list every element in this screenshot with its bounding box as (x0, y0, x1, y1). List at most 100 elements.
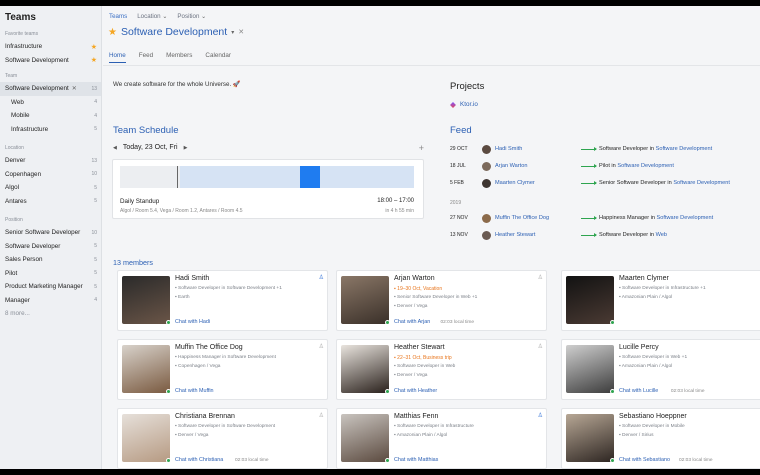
member-card[interactable]: Matthias Fenn ▪ Software Developer in Inf… (336, 408, 547, 469)
member-card[interactable]: Maarten Clymer ▪ Software Developer in In… (561, 270, 760, 331)
tab-feed[interactable]: Feed (139, 52, 153, 63)
feed-row[interactable]: 18 JUL Arjan Warton Pilot in Software Deve… (450, 160, 750, 172)
add-event-icon[interactable]: + (419, 143, 424, 153)
star-icon[interactable]: ★ (91, 56, 97, 64)
sidebar-item-team[interactable]: Software Development ✕ 13 (0, 82, 101, 96)
member-name[interactable]: Maarten Clymer (619, 275, 669, 282)
member-photo[interactable] (122, 276, 170, 324)
member-name[interactable]: Muffin The Office Dog (175, 344, 243, 351)
chat-link[interactable]: Chat with Muffin (175, 388, 214, 394)
chat-link[interactable]: Chat with Lucille (619, 388, 658, 394)
member-photo[interactable] (341, 345, 389, 393)
member-name[interactable]: Hadi Smith (175, 275, 209, 282)
member-photo[interactable] (566, 345, 614, 393)
sidebar-item-position[interactable]: Product Marketing Manager 5 (0, 280, 101, 294)
feed-row[interactable]: 5 FEB Maarten Clymer Senior Software Devel… (450, 177, 750, 189)
member-name[interactable]: Lucille Percy (619, 344, 659, 351)
member-photo[interactable] (341, 276, 389, 324)
member-card[interactable]: Lucille Percy ▪ Software Developer in Web… (561, 339, 760, 400)
feed-person-link[interactable]: Hadi Smith (495, 146, 581, 152)
sidebar-item-location[interactable]: Antares 5 (0, 195, 101, 209)
member-name[interactable]: Christiana Brennan (175, 413, 235, 420)
member-photo[interactable] (566, 414, 614, 462)
sidebar-item-subteam[interactable]: Infrastructure 5 (0, 123, 101, 137)
sidebar-item-label: Infrastructure (11, 125, 49, 133)
feed-team-link[interactable]: Web (656, 232, 667, 238)
timeline-event-block[interactable] (300, 166, 320, 188)
member-name[interactable]: Heather Stewart (394, 344, 445, 351)
member-photo[interactable] (566, 276, 614, 324)
tab-members[interactable]: Members (166, 52, 192, 63)
sidebar-item-location[interactable]: Denver 13 (0, 154, 101, 168)
member-name[interactable]: Sebastiano Hoeppner (619, 413, 687, 420)
breadcrumb-position-filter[interactable]: Position ⌄ (177, 13, 206, 20)
member-name[interactable]: Arjan Warton (394, 275, 435, 282)
feed-person-link[interactable]: Heather Stewart (495, 232, 581, 238)
sidebar-item-label: Sales Person (5, 256, 43, 264)
sidebar-item-subteam[interactable]: Web 4 (0, 96, 101, 110)
feed-team-link[interactable]: Software Development (673, 180, 730, 186)
sidebar-more-link[interactable]: 8 more... (0, 307, 101, 321)
members-count[interactable]: 13 members (113, 258, 153, 267)
member-card[interactable]: Sebastiano Hoeppner ▪ Software Developer … (561, 408, 760, 469)
avatar[interactable] (482, 213, 491, 223)
feed-row[interactable]: 27 NOV Muffin The Office Dog Happiness Man… (450, 212, 750, 224)
sidebar-item-label: Web (11, 98, 24, 106)
member-card[interactable]: Arjan Warton ▪ 19–30 Oct, Vacation ▪ Senio… (336, 270, 547, 331)
chat-link[interactable]: Chat with Arjan (394, 319, 430, 325)
member-card[interactable]: Christiana Brennan ▪ Software Developer i… (117, 408, 328, 469)
chat-link[interactable]: Chat with Heather (394, 388, 437, 394)
member-photo[interactable] (341, 414, 389, 462)
chat-link[interactable]: Chat with Hadi (175, 319, 210, 325)
sidebar-item-subteam[interactable]: Mobile 4 (0, 109, 101, 123)
feed-row[interactable]: 13 NOV Heather Stewart Software Developer … (450, 229, 750, 241)
feed-person-link[interactable]: Muffin The Office Dog (495, 215, 581, 221)
star-icon[interactable]: ★ (108, 27, 117, 38)
member-card[interactable]: Heather Stewart ▪ 22–31 Oct, Business tri… (336, 339, 547, 400)
member-photo[interactable] (122, 345, 170, 393)
chat-link[interactable]: Chat with Christiana (175, 457, 223, 463)
sidebar-item-position[interactable]: Sales Person 5 (0, 253, 101, 267)
feed-team-link[interactable]: Software Development (617, 163, 674, 169)
breadcrumb: Teams Location ⌄ Position ⌄ (109, 13, 206, 20)
breadcrumb-teams[interactable]: Teams (109, 13, 127, 20)
member-photo[interactable] (122, 414, 170, 462)
breadcrumb-location-filter[interactable]: Location ⌄ (137, 13, 167, 20)
schedule-card[interactable]: Daily Standup 18:00 – 17:00 Algol / Room… (112, 159, 424, 219)
close-icon[interactable]: ✕ (72, 86, 77, 92)
member-card[interactable]: Hadi Smith ▪ Software Developer in Softwa… (117, 270, 328, 331)
chat-link[interactable]: Chat with Matthias (394, 457, 438, 463)
tab-calendar[interactable]: Calendar (205, 52, 231, 63)
sidebar-item-position[interactable]: Manager 4 (0, 294, 101, 308)
role-badge-icon: ♙ (318, 413, 324, 419)
star-icon[interactable]: ★ (91, 43, 97, 51)
feed-row[interactable]: 29 OCT Hadi Smith Software Developer in So… (450, 143, 750, 155)
close-icon[interactable]: ✕ (238, 28, 244, 36)
sidebar-item-favorite[interactable]: Infrastructure ★ (0, 40, 101, 54)
sidebar-item-position[interactable]: Software Developer 5 (0, 240, 101, 254)
feed-team-link[interactable]: Software Development (657, 215, 714, 221)
sidebar-item-position[interactable]: Pilot 5 (0, 267, 101, 281)
avatar[interactable] (482, 178, 491, 188)
avatar[interactable] (482, 144, 491, 154)
sidebar-item-location[interactable]: Copenhagen 10 (0, 168, 101, 182)
sidebar-item-location[interactable]: Algol 5 (0, 181, 101, 195)
sidebar-item-favorite[interactable]: Software Development ★ (0, 54, 101, 68)
feed-person-link[interactable]: Maarten Clymer (495, 180, 581, 186)
sidebar-item-position[interactable]: Senior Software Developer 10 (0, 226, 101, 240)
member-name[interactable]: Matthias Fenn (394, 413, 438, 420)
event-time: 18:00 – 17:00 (377, 198, 414, 204)
chevron-right-icon[interactable]: ▶ (184, 145, 188, 151)
feed-person-link[interactable]: Arjan Warton (495, 163, 581, 169)
feed-team-link[interactable]: Software Development (656, 146, 713, 152)
avatar[interactable] (482, 161, 491, 171)
tab-home[interactable]: Home (109, 52, 126, 63)
chevron-left-icon[interactable]: ◀ (113, 145, 117, 151)
chat-link[interactable]: Chat with Sebastiano (619, 457, 670, 463)
avatar[interactable] (482, 230, 491, 240)
project-item[interactable]: Ktor.io (450, 101, 478, 108)
chevron-down-icon[interactable]: ▾ (231, 29, 234, 36)
member-card[interactable]: Muffin The Office Dog ▪ Happiness Manager… (117, 339, 328, 400)
sidebar-item-count: 10 (91, 171, 97, 178)
project-label: Ktor.io (460, 101, 478, 108)
